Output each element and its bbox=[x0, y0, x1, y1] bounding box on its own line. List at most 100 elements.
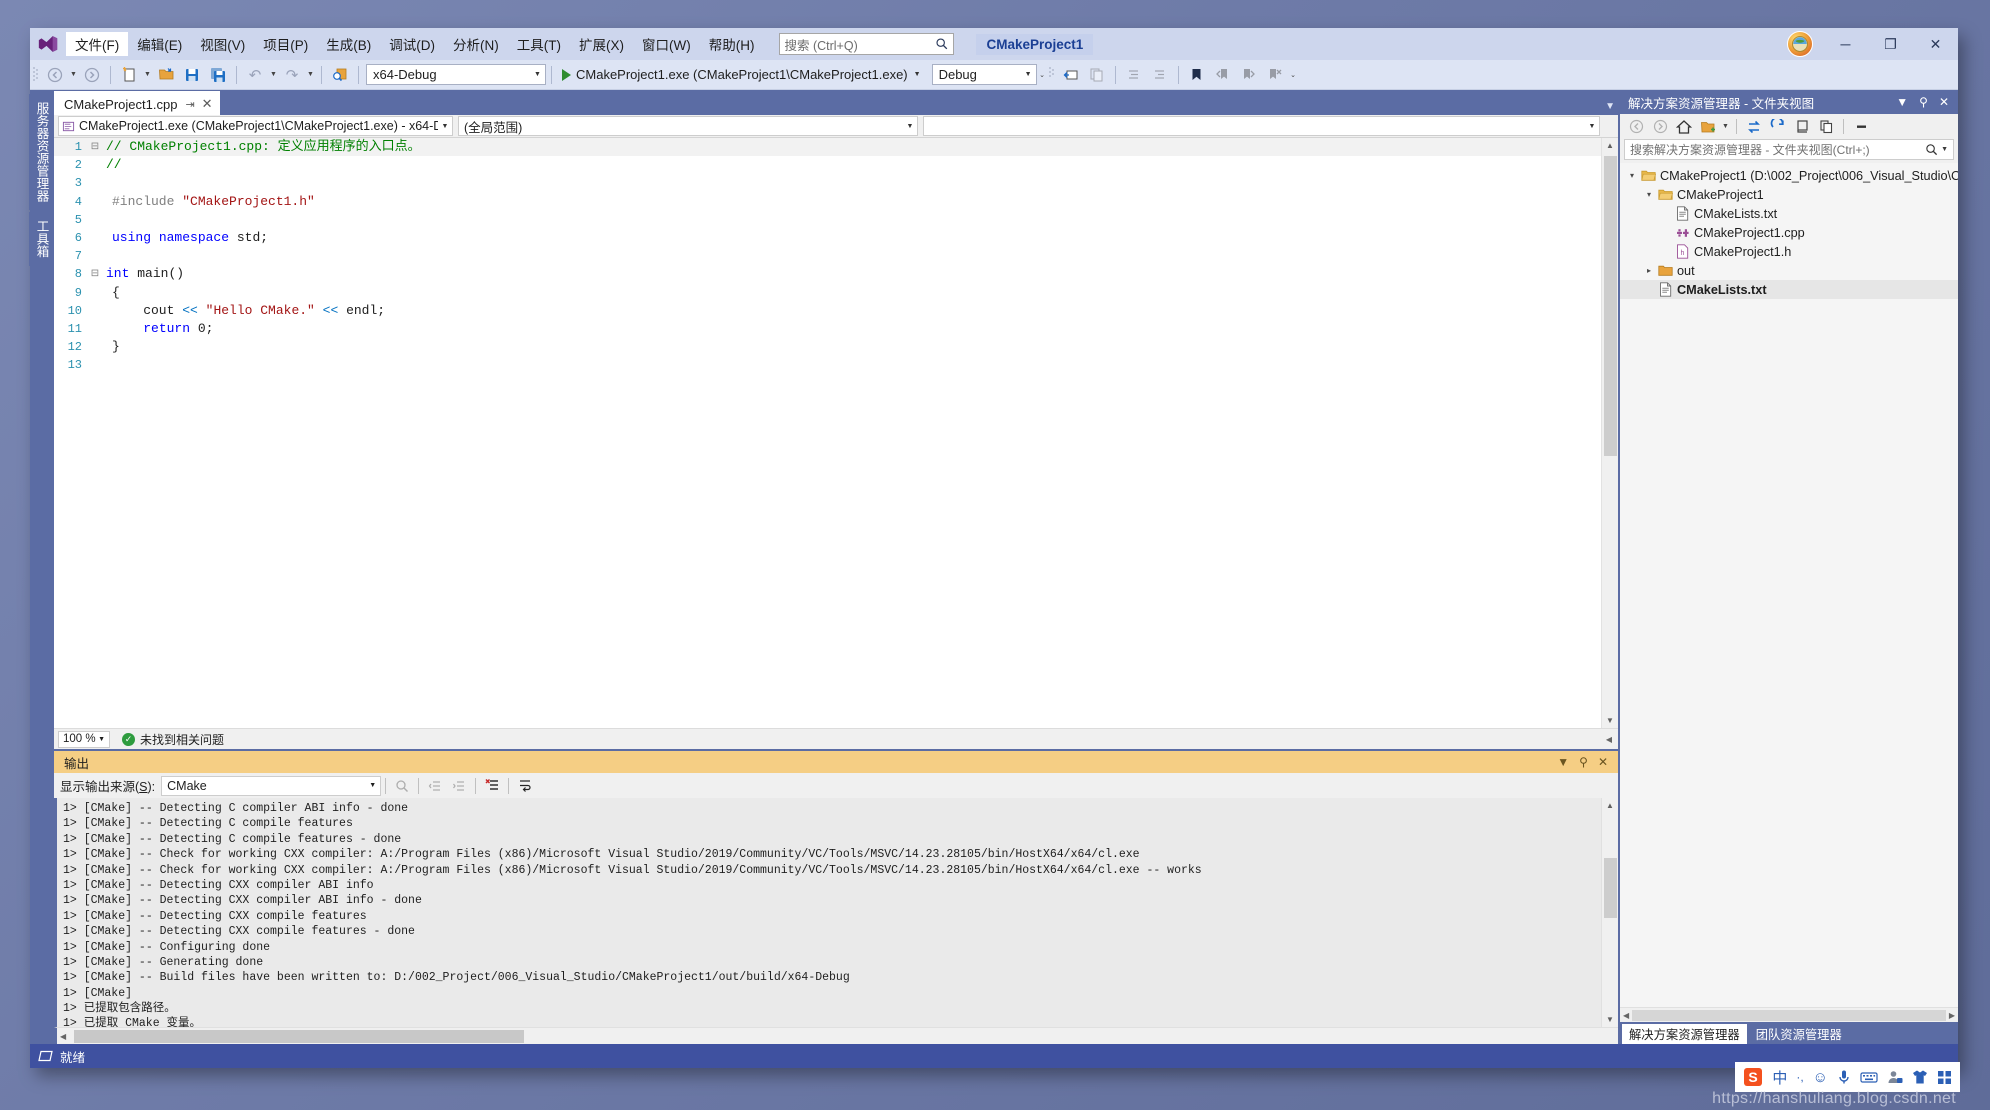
expander-icon[interactable]: ▾ bbox=[1641, 190, 1657, 199]
tab-team-explorer[interactable]: 团队资源管理器 bbox=[1748, 1024, 1849, 1044]
menu-item-view[interactable]: 视图(V) bbox=[191, 32, 254, 56]
output-source-selector[interactable]: CMake ▼ bbox=[161, 775, 382, 796]
expander-icon[interactable]: ▸ bbox=[1641, 266, 1657, 275]
next-bookmark-icon[interactable] bbox=[1237, 63, 1261, 87]
output-vertical-scrollbar[interactable]: ▲ ▼ bbox=[1601, 798, 1618, 1027]
toolbar-overflow-icon[interactable]: ⌄ bbox=[1037, 63, 1048, 87]
copy-windows-icon[interactable] bbox=[1085, 63, 1109, 87]
zoom-selector[interactable]: 100 % ▼ bbox=[58, 730, 110, 748]
se-scroll-right-icon[interactable]: ▶ bbox=[1949, 1011, 1958, 1020]
tab-list-dropdown-icon[interactable]: ▼ bbox=[1605, 101, 1615, 112]
previous-bookmark-icon[interactable] bbox=[1211, 63, 1235, 87]
sidebar-item-toolbox[interactable]: 工具箱 bbox=[28, 212, 56, 266]
menu-item-project[interactable]: 项目(P) bbox=[254, 32, 317, 56]
build-configuration-selector[interactable]: Debug ▼ bbox=[931, 64, 1037, 85]
search-options-dropdown-icon[interactable]: ▼ bbox=[1941, 146, 1948, 153]
solution-explorer-dropdown-icon[interactable]: ▼ bbox=[1896, 95, 1908, 109]
new-item-dropdown-icon[interactable]: ▼ bbox=[142, 63, 153, 87]
find-in-files-icon[interactable] bbox=[328, 63, 352, 87]
open-file-icon[interactable] bbox=[154, 63, 178, 87]
output-scroll-down-icon[interactable]: ▼ bbox=[1602, 1012, 1619, 1027]
tree-node[interactable]: h CMakeProject1.h bbox=[1620, 242, 1958, 261]
show-all-files-icon[interactable] bbox=[1791, 116, 1813, 138]
skin-theme-icon[interactable] bbox=[1912, 1069, 1928, 1085]
refresh-icon[interactable] bbox=[1767, 116, 1789, 138]
menu-item-help[interactable]: 帮助(H) bbox=[700, 32, 764, 56]
emoji-picker-icon[interactable]: ☺ bbox=[1813, 1069, 1828, 1086]
new-folder-dropdown-icon[interactable]: ▼ bbox=[1720, 115, 1731, 139]
start-debug-dropdown-icon[interactable]: ▼ bbox=[914, 71, 921, 78]
tab-solution-explorer[interactable]: 解决方案资源管理器 bbox=[1622, 1024, 1747, 1044]
copy-icon[interactable] bbox=[1815, 116, 1837, 138]
undo-icon[interactable]: ↶ bbox=[243, 63, 267, 87]
pin-icon[interactable]: ⇥ bbox=[185, 98, 194, 111]
go-to-previous-message-icon[interactable] bbox=[424, 775, 446, 797]
app-grid-icon[interactable] bbox=[1937, 1070, 1952, 1085]
tree-node[interactable]: ▸ out bbox=[1620, 261, 1958, 280]
menu-item-analyze[interactable]: 分析(N) bbox=[444, 32, 508, 56]
sidebar-item-server-explorer[interactable]: 服务器资源管理器 bbox=[28, 94, 56, 210]
redo-icon[interactable]: ↷ bbox=[280, 63, 304, 87]
attach-to-process-icon[interactable] bbox=[1059, 63, 1083, 87]
tree-node[interactable]: ▾ CMakeProject1 (D:\002_Project\006_Visua… bbox=[1620, 166, 1958, 185]
se-scroll-left-icon[interactable]: ◀ bbox=[1620, 1011, 1629, 1020]
editor-scroll-thumb[interactable] bbox=[1604, 156, 1617, 456]
debug-toolbar-grip[interactable] bbox=[1048, 65, 1058, 85]
menu-item-build[interactable]: 生成(B) bbox=[317, 32, 380, 56]
navigate-forward-icon[interactable] bbox=[80, 63, 104, 87]
menu-item-extensions[interactable]: 扩展(X) bbox=[570, 32, 633, 56]
user-account-avatar[interactable] bbox=[1787, 31, 1813, 57]
fold-toggle-icon[interactable]: ⊟ bbox=[88, 265, 102, 283]
sync-with-active-document-icon[interactable] bbox=[1743, 116, 1765, 138]
home-icon[interactable] bbox=[1673, 116, 1695, 138]
editor-horizontal-scrollbar[interactable]: ◀ bbox=[1606, 735, 1612, 744]
back-icon[interactable] bbox=[1625, 116, 1647, 138]
new-folder-icon[interactable] bbox=[1697, 116, 1719, 138]
nav-scope-selector[interactable]: (全局范围) ▼ bbox=[458, 116, 918, 136]
debug-toolbar-overflow-icon[interactable]: ⌄ bbox=[1288, 63, 1299, 87]
menu-item-debug[interactable]: 调试(D) bbox=[380, 32, 444, 56]
chevron-down-icon[interactable]: ▼ bbox=[530, 71, 545, 78]
user-account-icon[interactable] bbox=[1887, 1069, 1903, 1085]
toolbar-grip[interactable] bbox=[32, 65, 42, 85]
toggle-word-wrap-icon[interactable] bbox=[514, 775, 536, 797]
navigate-backward-dropdown-icon[interactable]: ▼ bbox=[68, 63, 79, 87]
output-hscroll-thumb[interactable] bbox=[74, 1030, 524, 1043]
soft-keyboard-icon[interactable] bbox=[1860, 1071, 1878, 1084]
output-horizontal-scrollbar[interactable]: ◀ bbox=[54, 1027, 1618, 1044]
indent-icon[interactable] bbox=[1122, 63, 1146, 87]
output-scroll-up-icon[interactable]: ▲ bbox=[1602, 798, 1619, 813]
new-item-icon[interactable] bbox=[117, 63, 141, 87]
scroll-up-icon[interactable]: ▲ bbox=[1602, 138, 1619, 153]
chevron-down-icon-2[interactable]: ▼ bbox=[1021, 71, 1036, 78]
solution-explorer-tree[interactable]: ▾ CMakeProject1 (D:\002_Project\006_Visua… bbox=[1620, 163, 1958, 1007]
configuration-selector[interactable]: x64-Debug ▼ bbox=[366, 64, 546, 85]
forward-icon[interactable] bbox=[1649, 116, 1671, 138]
solution-explorer-search-input[interactable]: 搜索解决方案资源管理器 - 文件夹视图(Ctrl+;) ▼ bbox=[1624, 139, 1954, 160]
editor-vertical-scrollbar[interactable]: ▲ ▼ bbox=[1601, 138, 1618, 728]
sogou-logo-icon[interactable]: S bbox=[1743, 1067, 1763, 1087]
navigate-backward-icon[interactable] bbox=[43, 63, 67, 87]
output-close-icon[interactable]: ✕ bbox=[1598, 755, 1608, 769]
redo-dropdown-icon[interactable]: ▼ bbox=[305, 63, 316, 87]
chevron-down-icon-output[interactable]: ▼ bbox=[207, 782, 380, 789]
quick-launch-search[interactable]: 搜索 (Ctrl+Q) bbox=[779, 33, 955, 55]
scroll-down-icon[interactable]: ▼ bbox=[1602, 713, 1619, 728]
tab-cmakeproject1-cpp[interactable]: CMakeProject1.cpp ⇥ ✕ bbox=[54, 91, 220, 115]
output-pin-icon[interactable]: ⚲ bbox=[1579, 755, 1588, 769]
output-scroll-thumb[interactable] bbox=[1604, 858, 1617, 918]
solution-explorer-close-icon[interactable]: ✕ bbox=[1939, 95, 1949, 109]
tree-node[interactable]: CMakeLists.txt bbox=[1620, 280, 1958, 299]
close-button[interactable]: ✕ bbox=[1913, 28, 1958, 60]
save-icon[interactable] bbox=[180, 63, 204, 87]
nav-project-selector[interactable]: CMakeProject1.exe (CMakeProject1\CMakePr… bbox=[58, 116, 453, 136]
voice-input-icon[interactable] bbox=[1837, 1069, 1851, 1085]
tree-node[interactable]: ▾ CMakeProject1 bbox=[1620, 185, 1958, 204]
chevron-down-icon-nav2[interactable]: ▼ bbox=[903, 123, 917, 130]
start-debug-button[interactable]: CMakeProject1.exe (CMakeProject1\CMakePr… bbox=[557, 63, 926, 87]
tree-node[interactable]: CMakeProject1.cpp bbox=[1620, 223, 1958, 242]
minimize-button[interactable]: ─ bbox=[1823, 28, 1868, 60]
find-message-icon[interactable] bbox=[391, 775, 413, 797]
menu-item-edit[interactable]: 编辑(E) bbox=[128, 32, 191, 56]
clear-all-icon[interactable] bbox=[481, 775, 503, 797]
